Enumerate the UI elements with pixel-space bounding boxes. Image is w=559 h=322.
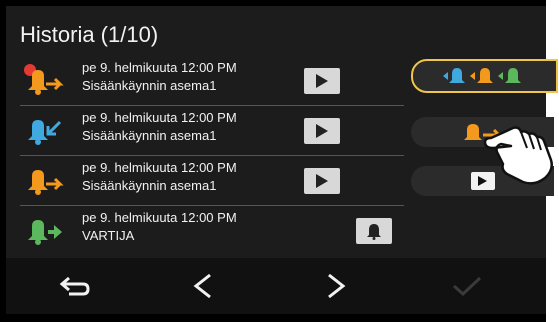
intercom-device: Historia (1/10) pe 9. helmikuuta 12:00 P… bbox=[0, 0, 558, 322]
row-date: pe 9. helmikuuta 12:00 PM bbox=[82, 210, 237, 225]
play-button[interactable] bbox=[304, 168, 340, 194]
previous-button[interactable] bbox=[178, 266, 228, 306]
row-source: Sisäänkäynnin asema1 bbox=[82, 78, 217, 93]
row-source: Sisäänkäynnin asema1 bbox=[82, 128, 217, 143]
bell-button[interactable] bbox=[356, 218, 392, 244]
all-bells-icon bbox=[442, 68, 521, 83]
row-date: pe 9. helmikuuta 12:00 PM bbox=[82, 110, 237, 125]
chevron-right-icon bbox=[328, 273, 346, 299]
history-row-4[interactable]: pe 9. helmikuuta 12:00 PM VARTIJA bbox=[20, 206, 404, 256]
play-icon bbox=[316, 74, 328, 88]
incoming-call-bell-orange-icon bbox=[28, 170, 64, 195]
bottom-nav-bar bbox=[6, 258, 546, 314]
row-date: pe 9. helmikuuta 12:00 PM bbox=[82, 160, 237, 175]
confirm-button[interactable] bbox=[442, 266, 492, 306]
next-button[interactable] bbox=[311, 266, 361, 306]
check-icon bbox=[453, 276, 482, 297]
play-button[interactable] bbox=[304, 118, 340, 144]
row-date: pe 9. helmikuuta 12:00 PM bbox=[82, 60, 237, 75]
row-source: VARTIJA bbox=[82, 228, 135, 243]
back-icon bbox=[59, 276, 90, 296]
chevron-left-icon bbox=[193, 273, 211, 299]
pointing-hand-icon bbox=[483, 126, 553, 185]
history-row-2[interactable]: pe 9. helmikuuta 12:00 PM Sisäänkäynnin … bbox=[20, 106, 404, 156]
history-row-1[interactable]: pe 9. helmikuuta 12:00 PM Sisäänkäynnin … bbox=[20, 56, 404, 106]
history-row-3[interactable]: pe 9. helmikuuta 12:00 PM Sisäänkäynnin … bbox=[20, 156, 404, 206]
back-button[interactable] bbox=[50, 266, 100, 306]
play-icon bbox=[316, 124, 328, 138]
missed-call-bell-blue-icon bbox=[28, 120, 62, 145]
filter-all-button[interactable] bbox=[411, 59, 558, 93]
incoming-call-bell-orange-icon bbox=[24, 64, 64, 95]
play-icon bbox=[316, 174, 328, 188]
bell-icon bbox=[367, 224, 381, 240]
row-source: Sisäänkäynnin asema1 bbox=[82, 178, 217, 193]
outgoing-call-bell-green-icon bbox=[28, 220, 62, 245]
play-button[interactable] bbox=[304, 68, 340, 94]
page-title: Historia (1/10) bbox=[20, 22, 159, 47]
